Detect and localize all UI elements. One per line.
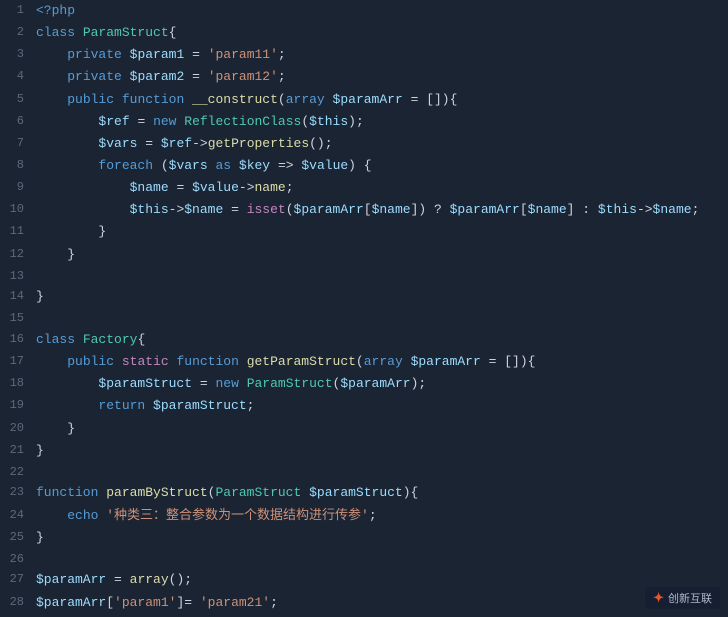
table-row: 14} bbox=[0, 286, 728, 308]
table-row: 12 } bbox=[0, 244, 728, 266]
table-row: 23function paramByStruct(ParamStruct $pa… bbox=[0, 482, 728, 504]
table-row: 15 bbox=[0, 308, 728, 329]
line-number: 20 bbox=[0, 418, 32, 440]
line-number: 26 bbox=[0, 549, 32, 570]
line-number: 14 bbox=[0, 286, 32, 308]
line-number: 13 bbox=[0, 266, 32, 287]
line-code: $paramArr = array(); bbox=[32, 569, 728, 591]
line-code: class Factory{ bbox=[32, 329, 728, 351]
table-row: 26 bbox=[0, 549, 728, 570]
line-number: 16 bbox=[0, 329, 32, 351]
line-number: 23 bbox=[0, 482, 32, 504]
code-table: 1<?php2class ParamStruct{3 private $para… bbox=[0, 0, 728, 617]
line-code bbox=[32, 549, 728, 570]
watermark-logo: ✦ bbox=[653, 590, 664, 606]
line-number: 6 bbox=[0, 111, 32, 133]
line-code: $name = $value->name; bbox=[32, 177, 728, 199]
line-number: 17 bbox=[0, 351, 32, 373]
line-number: 10 bbox=[0, 199, 32, 221]
table-row: 5 public function __construct(array $par… bbox=[0, 89, 728, 111]
table-row: 19 return $paramStruct; bbox=[0, 395, 728, 417]
line-number: 27 bbox=[0, 569, 32, 591]
line-code bbox=[32, 462, 728, 483]
line-code: private $param2 = 'param12'; bbox=[32, 66, 728, 88]
line-code: } bbox=[32, 286, 728, 308]
line-code bbox=[32, 308, 728, 329]
table-row: 4 private $param2 = 'param12'; bbox=[0, 66, 728, 88]
table-row: 21} bbox=[0, 440, 728, 462]
table-row: 11 } bbox=[0, 221, 728, 243]
line-code: public static function getParamStruct(ar… bbox=[32, 351, 728, 373]
line-code: return $paramStruct; bbox=[32, 395, 728, 417]
line-number: 11 bbox=[0, 221, 32, 243]
line-number: 15 bbox=[0, 308, 32, 329]
table-row: 17 public static function getParamStruct… bbox=[0, 351, 728, 373]
line-code: function paramByStruct(ParamStruct $para… bbox=[32, 482, 728, 504]
line-code: public function __construct(array $param… bbox=[32, 89, 728, 111]
table-row: 8 foreach ($vars as $key => $value) { bbox=[0, 155, 728, 177]
line-code: } bbox=[32, 527, 728, 549]
line-number: 28 bbox=[0, 592, 32, 614]
line-number: 9 bbox=[0, 177, 32, 199]
table-row: 7 $vars = $ref->getProperties(); bbox=[0, 133, 728, 155]
line-number: 19 bbox=[0, 395, 32, 417]
table-row: 28$paramArr['param1']= 'param21'; bbox=[0, 592, 728, 614]
table-row: 18 $paramStruct = new ParamStruct($param… bbox=[0, 373, 728, 395]
table-row: 2class ParamStruct{ bbox=[0, 22, 728, 44]
line-number: 2 bbox=[0, 22, 32, 44]
line-code: } bbox=[32, 244, 728, 266]
line-number: 1 bbox=[0, 0, 32, 22]
line-number: 12 bbox=[0, 244, 32, 266]
line-code: $vars = $ref->getProperties(); bbox=[32, 133, 728, 155]
line-number: 8 bbox=[0, 155, 32, 177]
table-row: 10 $this->$name = isset($paramArr[$name]… bbox=[0, 199, 728, 221]
line-number: 3 bbox=[0, 44, 32, 66]
line-code: $ref = new ReflectionClass($this); bbox=[32, 111, 728, 133]
table-row: 13 bbox=[0, 266, 728, 287]
table-row: 22 bbox=[0, 462, 728, 483]
table-row: 20 } bbox=[0, 418, 728, 440]
table-row: 1<?php bbox=[0, 0, 728, 22]
table-row: 9 $name = $value->name; bbox=[0, 177, 728, 199]
line-number: 5 bbox=[0, 89, 32, 111]
line-code: $this->$name = isset($paramArr[$name]) ?… bbox=[32, 199, 728, 221]
line-number: 22 bbox=[0, 462, 32, 483]
line-code: foreach ($vars as $key => $value) { bbox=[32, 155, 728, 177]
table-row: 24 echo '种类三：整合参数为一个数据结构进行传参'; bbox=[0, 505, 728, 527]
table-row: 27$paramArr = array(); bbox=[0, 569, 728, 591]
code-editor: 1<?php2class ParamStruct{3 private $para… bbox=[0, 0, 728, 617]
table-row: 3 private $param1 = 'param11'; bbox=[0, 44, 728, 66]
table-row: 25} bbox=[0, 527, 728, 549]
line-code: private $param1 = 'param11'; bbox=[32, 44, 728, 66]
line-code: } bbox=[32, 221, 728, 243]
line-code: } bbox=[32, 418, 728, 440]
line-code: $paramArr['param1']= 'param21'; bbox=[32, 592, 728, 614]
line-number: 21 bbox=[0, 440, 32, 462]
line-number: 4 bbox=[0, 66, 32, 88]
line-number: 18 bbox=[0, 373, 32, 395]
line-number: 24 bbox=[0, 505, 32, 527]
line-code: class ParamStruct{ bbox=[32, 22, 728, 44]
table-row: 6 $ref = new ReflectionClass($this); bbox=[0, 111, 728, 133]
line-number: 7 bbox=[0, 133, 32, 155]
line-code: $paramStruct = new ParamStruct($paramArr… bbox=[32, 373, 728, 395]
line-code: } bbox=[32, 440, 728, 462]
line-code: echo '种类三：整合参数为一个数据结构进行传参'; bbox=[32, 505, 728, 527]
watermark: ✦ 创新互联 bbox=[645, 587, 720, 609]
watermark-text: 创新互联 bbox=[668, 590, 712, 606]
line-code: <?php bbox=[32, 0, 728, 22]
line-number: 25 bbox=[0, 527, 32, 549]
line-code bbox=[32, 266, 728, 287]
table-row: 16class Factory{ bbox=[0, 329, 728, 351]
